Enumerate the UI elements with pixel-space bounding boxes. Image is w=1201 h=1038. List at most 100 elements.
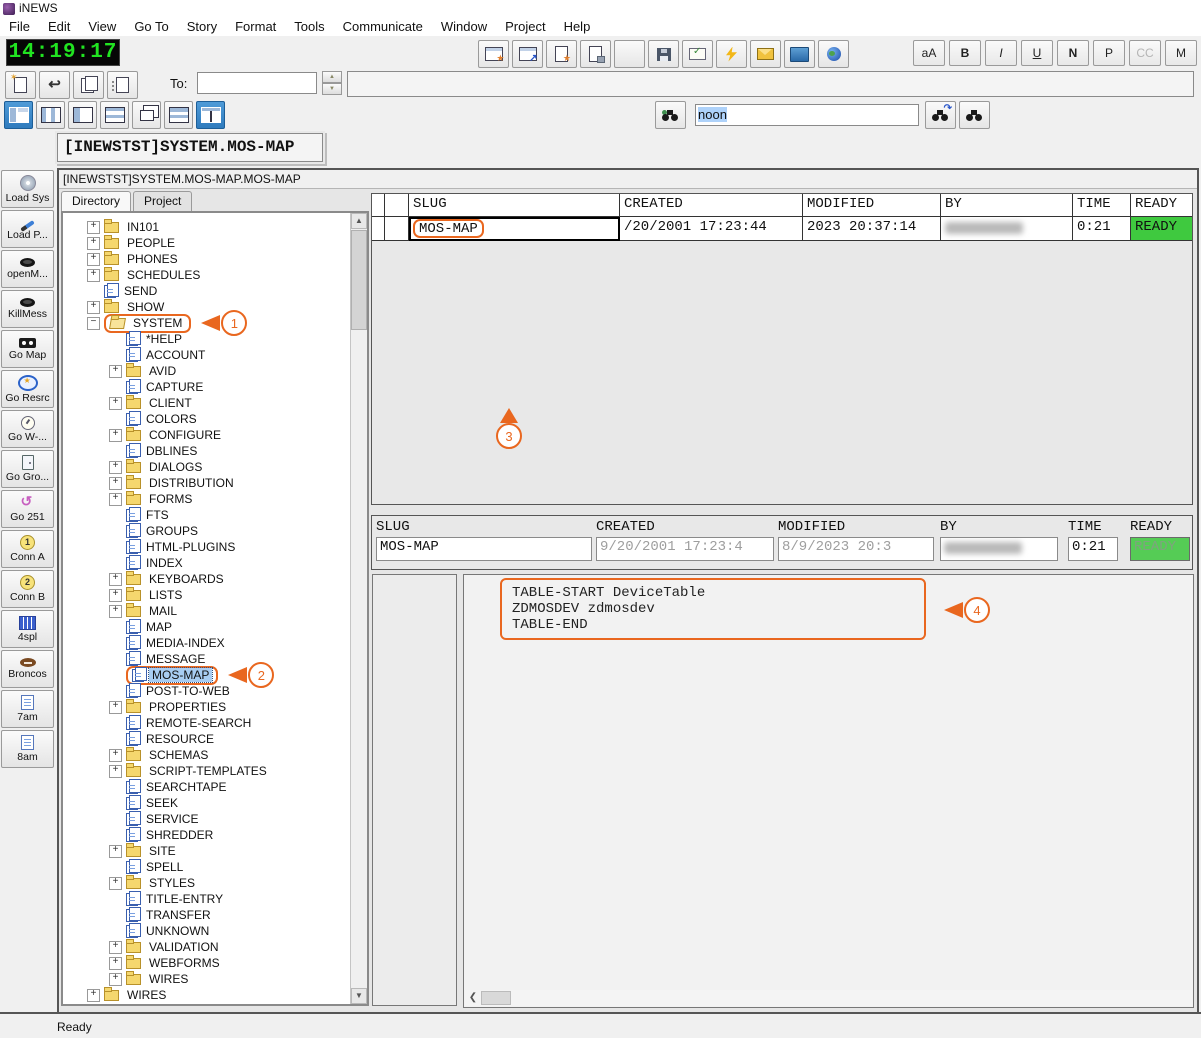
tree-item-groups[interactable]: GROUPS <box>63 523 367 539</box>
tree-item-people[interactable]: +PEOPLE <box>63 235 367 251</box>
layout-button[interactable] <box>36 101 65 129</box>
tree-item-system[interactable]: −SYSTEM1 <box>63 315 367 331</box>
menu-item[interactable]: Edit <box>39 17 79 36</box>
cell-slug[interactable]: MOS-MAP <box>409 217 620 241</box>
tree-item-fts[interactable]: FTS <box>63 507 367 523</box>
header-created[interactable]: CREATED <box>620 194 803 217</box>
tree-item-message[interactable]: MESSAGE <box>63 651 367 667</box>
tree-item-map[interactable]: MAP <box>63 619 367 635</box>
collapse-minus-icon[interactable]: − <box>87 317 100 330</box>
menu-item[interactable]: View <box>79 17 125 36</box>
tree-item-properties[interactable]: +PROPERTIES <box>63 699 367 715</box>
layout-button[interactable] <box>132 101 161 129</box>
toolbar-icon-button[interactable] <box>750 40 781 68</box>
expand-plus-icon[interactable]: + <box>87 253 100 266</box>
tree-item-remote-search[interactable]: REMOTE-SEARCH <box>63 715 367 731</box>
tree-item-avid[interactable]: +AVID <box>63 363 367 379</box>
story-horizontal-scrollbar[interactable]: ❮ <box>465 990 1192 1006</box>
tree-item-keyboards[interactable]: +KEYBOARDS <box>63 571 367 587</box>
toolbar-icon-button[interactable] <box>682 40 713 68</box>
tree-item-webforms[interactable]: +WEBFORMS <box>63 955 367 971</box>
menu-item[interactable]: Help <box>555 17 600 36</box>
find-again-button[interactable]: ↷ <box>925 101 956 129</box>
tree-item-dblines[interactable]: DBLINES <box>63 443 367 459</box>
tree-item-title-entry[interactable]: TITLE-ENTRY <box>63 891 367 907</box>
expand-plus-icon[interactable]: + <box>109 397 122 410</box>
new-story-button[interactable] <box>5 71 36 99</box>
format-button[interactable]: CC <box>1129 40 1161 66</box>
tree-item-send[interactable]: SEND <box>63 283 367 299</box>
menu-item[interactable]: Window <box>432 17 496 36</box>
tree-item-phones[interactable]: +PHONES <box>63 251 367 267</box>
sidebar-button-8am[interactable]: 8am <box>1 730 54 768</box>
paste-story-button[interactable] <box>107 71 138 99</box>
sidebar-button-go-w-[interactable]: Go W-... <box>1 410 54 448</box>
layout-button[interactable] <box>164 101 193 129</box>
tree-item-dialogs[interactable]: +DIALOGS <box>63 459 367 475</box>
expand-plus-icon[interactable]: + <box>87 301 100 314</box>
find-button[interactable] <box>959 101 990 129</box>
expand-plus-icon[interactable]: + <box>109 845 122 858</box>
expand-plus-icon[interactable]: + <box>87 221 100 234</box>
tree-item--help[interactable]: *HELP <box>63 331 367 347</box>
tree-item-searchtape[interactable]: SEARCHTAPE <box>63 779 367 795</box>
tab[interactable]: Project <box>133 191 192 211</box>
expand-plus-icon[interactable]: + <box>109 477 122 490</box>
cell-modified[interactable]: 2023 20:37:14 <box>803 217 941 241</box>
tree-item-colors[interactable]: COLORS <box>63 411 367 427</box>
menu-item[interactable]: File <box>0 17 39 36</box>
tree-item-unknown[interactable]: UNKNOWN <box>63 923 367 939</box>
tree-item-show[interactable]: +SHOW <box>63 299 367 315</box>
tree-item-mail[interactable]: +MAIL <box>63 603 367 619</box>
sidebar-button-go-251[interactable]: Go 251 <box>1 490 54 528</box>
expand-plus-icon[interactable]: + <box>109 701 122 714</box>
tree-item-account[interactable]: ACCOUNT <box>63 347 367 363</box>
tree-item-wires[interactable]: +WIRES <box>63 971 367 987</box>
tree-item-schedules[interactable]: +SCHEDULES <box>63 267 367 283</box>
tree-item-shredder[interactable]: SHREDDER <box>63 827 367 843</box>
toolbar-icon-button[interactable] <box>818 40 849 68</box>
tree-item-transfer[interactable]: TRANSFER <box>63 907 367 923</box>
tree-item-wires[interactable]: +WIRES <box>63 987 367 1003</box>
search-server-button[interactable] <box>655 101 686 129</box>
expand-plus-icon[interactable]: + <box>109 941 122 954</box>
expand-plus-icon[interactable]: + <box>109 973 122 986</box>
format-button[interactable]: P <box>1093 40 1125 66</box>
format-button[interactable]: B <box>949 40 981 66</box>
expand-plus-icon[interactable]: + <box>109 365 122 378</box>
form-modified-value[interactable]: 8/9/2023 20:3 <box>778 537 934 561</box>
spinner-down-icon[interactable]: ▼ <box>322 83 342 95</box>
copy-stories-button[interactable] <box>73 71 104 99</box>
spinner-up-icon[interactable]: ▲ <box>322 71 342 83</box>
layout-button[interactable] <box>68 101 97 129</box>
tree-item-in101[interactable]: +IN101 <box>63 219 367 235</box>
header-time[interactable]: TIME <box>1073 194 1131 217</box>
menu-item[interactable]: Project <box>496 17 554 36</box>
tree-item-schemas[interactable]: +SCHEMAS <box>63 747 367 763</box>
tree-item-resource[interactable]: RESOURCE <box>63 731 367 747</box>
header-modified[interactable]: MODIFIED <box>803 194 941 217</box>
header-slug[interactable]: SLUG <box>409 194 620 217</box>
tree-scrollbar[interactable]: ▲ ▼ <box>350 213 367 1004</box>
menu-item[interactable]: Tools <box>285 17 333 36</box>
sidebar-button-load-p-[interactable]: Load P... <box>1 210 54 248</box>
sidebar-button-4spl[interactable]: 4spl <box>1 610 54 648</box>
tree-item-distribution[interactable]: +DISTRIBUTION <box>63 475 367 491</box>
toolbar-icon-button[interactable] <box>614 40 645 68</box>
format-button[interactable]: U <box>1021 40 1053 66</box>
expand-plus-icon[interactable]: + <box>87 237 100 250</box>
form-by-value[interactable] <box>940 537 1058 561</box>
sidebar-button-openm-[interactable]: openM... <box>1 250 54 288</box>
sidebar-button-go-resrc[interactable]: Go Resrc <box>1 370 54 408</box>
form-slug-value[interactable]: MOS-MAP <box>376 537 592 561</box>
menu-item[interactable]: Communicate <box>334 17 432 36</box>
search-input[interactable]: noon <box>695 104 919 126</box>
scroll-thumb[interactable] <box>481 991 511 1005</box>
tree-item-spell[interactable]: SPELL <box>63 859 367 875</box>
expand-plus-icon[interactable]: + <box>109 573 122 586</box>
toolbar-icon-button[interactable] <box>478 40 509 68</box>
sidebar-button-conn-a[interactable]: Conn A <box>1 530 54 568</box>
to-spinner[interactable]: ▲▼ <box>322 71 342 95</box>
toolbar-icon-button[interactable] <box>512 40 543 68</box>
header-ready[interactable]: READY <box>1131 194 1192 217</box>
